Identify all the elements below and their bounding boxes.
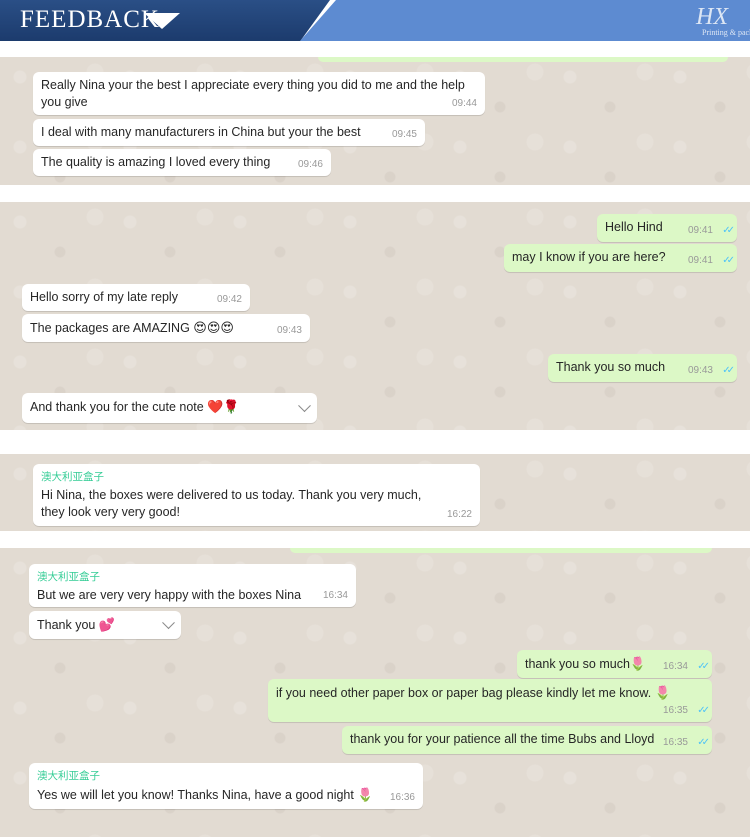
chat-screenshot-2: Hello Hind 09:41 ✓✓ may I know if you ar… (0, 202, 750, 430)
message-bubble-incoming[interactable]: 澳大利亚盒子 Hi Nina, the boxes were delivered… (33, 464, 480, 526)
message-text: But we are very very happy with the boxe… (37, 588, 302, 602)
message-bubble-incoming[interactable]: The quality is amazing I loved every thi… (33, 149, 331, 176)
message-time: 16:35 (662, 705, 688, 716)
message-bubble-incoming[interactable]: Thank you 💕 (29, 611, 181, 639)
message-bubble-partial (318, 57, 728, 62)
tulip-emoji: 🌷 (654, 685, 671, 700)
message-text: Thank you 💕 (37, 617, 116, 632)
message-time: 09:41 (687, 225, 713, 236)
two-hearts-emoji: 💕 (98, 617, 116, 632)
heart-rose-emoji: ❤️🌹 (207, 399, 240, 414)
message-time: 09:41 (687, 255, 713, 266)
message-bubble-incoming[interactable]: 澳大利亚盒子 Yes we will let you know! Thanks … (29, 763, 423, 809)
message-time: 16:34 (322, 590, 348, 601)
message-text: I deal with many manufacturers in China … (41, 125, 361, 139)
message-time: 09:45 (391, 129, 417, 140)
heart-eyes-emoji: 😍😍😍 (193, 320, 234, 335)
message-bubble-partial (290, 548, 712, 553)
message-time: 16:34 (662, 661, 688, 672)
message-bubble-incoming[interactable]: Really Nina your the best I appreciate e… (33, 72, 485, 115)
message-time: 09:44 (451, 98, 477, 109)
chat-screenshot-3: 澳大利亚盒子 Hi Nina, the boxes were delivered… (0, 454, 750, 531)
message-text: Yes we will let you know! Thanks Nina, h… (37, 787, 374, 802)
message-text: Hi Nina, the boxes were delivered to us … (41, 488, 422, 519)
message-time: 16:36 (389, 792, 415, 803)
message-time: 16:35 (662, 737, 688, 748)
message-bubble-incoming[interactable]: 澳大利亚盒子 But we are very very happy with t… (29, 564, 356, 607)
header-blue-band (300, 0, 750, 41)
message-time: 09:46 (297, 159, 323, 170)
brand-logo: HXPrinting & packaging (696, 4, 750, 37)
chat-screenshot-4: 澳大利亚盒子 But we are very very happy with t… (0, 548, 750, 837)
sender-name: 澳大利亚盒子 (41, 471, 104, 483)
message-bubble-incoming[interactable]: Hello sorry of my late reply 09:42 (22, 284, 250, 311)
message-text: if you need other paper box or paper bag… (276, 685, 671, 700)
double-check-icon: ✓✓ (722, 365, 735, 376)
message-bubble-incoming[interactable]: And thank you for the cute note ❤️🌹 (22, 393, 317, 423)
triangle-down-icon (144, 13, 180, 29)
message-bubble-outgoing[interactable]: may I know if you are here? 09:41 ✓✓ (504, 244, 737, 272)
double-check-icon: ✓✓ (697, 661, 710, 672)
message-bubble-outgoing[interactable]: if you need other paper box or paper bag… (268, 679, 712, 722)
double-check-icon: ✓✓ (722, 225, 735, 236)
message-text: The packages are AMAZING 😍😍😍 (30, 320, 234, 335)
message-time: 09:43 (687, 365, 713, 376)
sender-name: 澳大利亚盒子 (37, 571, 100, 583)
tulip-emoji: 🌷 (357, 787, 374, 802)
double-check-icon: ✓✓ (697, 705, 710, 716)
tulip-emoji: 🌷 (629, 656, 647, 671)
message-bubble-outgoing[interactable]: thank you so much🌷 16:34 ✓✓ (517, 650, 712, 678)
message-bubble-outgoing[interactable]: thank you for your patience all the time… (342, 726, 712, 754)
message-time: 09:42 (216, 294, 242, 305)
page-title: FEEDBACK (20, 6, 160, 33)
message-text: The quality is amazing I loved every thi… (41, 155, 271, 169)
message-bubble-incoming[interactable]: The packages are AMAZING 😍😍😍 09:43 (22, 314, 310, 342)
message-text: Hello sorry of my late reply (30, 290, 178, 304)
message-bubble-outgoing[interactable]: Hello Hind 09:41 ✓✓ (597, 214, 737, 242)
message-time: 09:43 (276, 325, 302, 336)
message-text: thank you for your patience all the time… (350, 732, 655, 746)
double-check-icon: ✓✓ (697, 737, 710, 748)
message-text: And thank you for the cute note ❤️🌹 (30, 399, 240, 414)
feedback-header: FEEDBACK HXPrinting & packaging (0, 0, 750, 41)
chat-screenshot-1: Really Nina your the best I appreciate e… (0, 57, 750, 185)
message-text: Really Nina your the best I appreciate e… (41, 78, 465, 109)
message-bubble-incoming[interactable]: I deal with many manufacturers in China … (33, 119, 425, 146)
sender-name: 澳大利亚盒子 (37, 770, 100, 782)
message-time: 16:22 (446, 509, 472, 520)
message-bubble-outgoing[interactable]: Thank you so much 09:43 ✓✓ (548, 354, 737, 382)
double-check-icon: ✓✓ (722, 255, 735, 266)
